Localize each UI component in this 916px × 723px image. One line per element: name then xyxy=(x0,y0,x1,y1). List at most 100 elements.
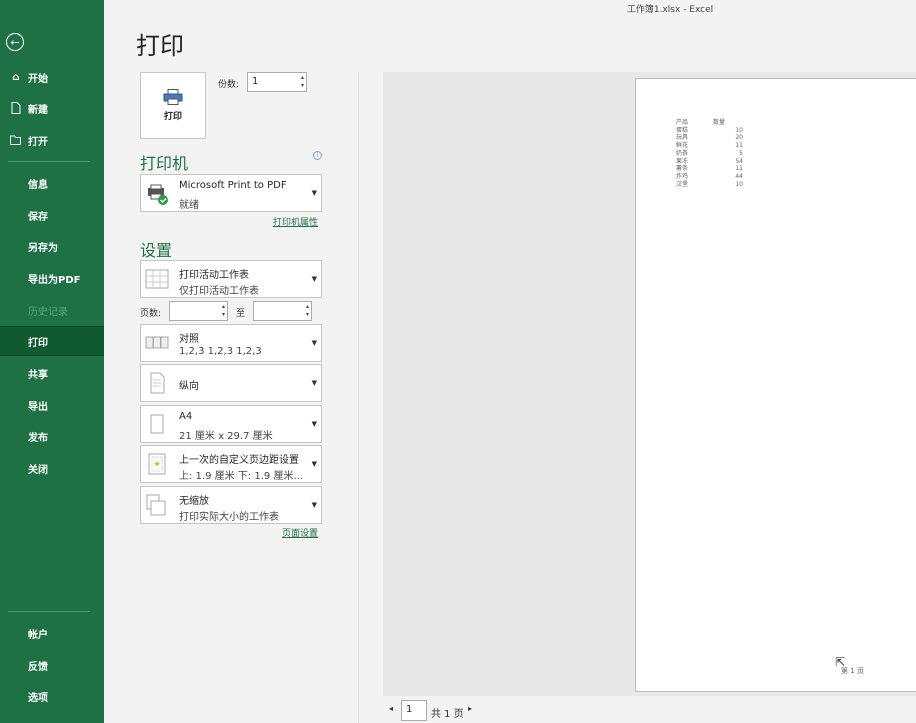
spinner-arrows-icon[interactable]: ▴ ▾ xyxy=(306,303,309,319)
cell: 10 xyxy=(735,180,743,188)
copies-label: 份数: xyxy=(218,80,240,90)
printer-heading: 打印机 xyxy=(140,154,189,173)
portrait-icon xyxy=(150,372,165,394)
printer-select[interactable]: Microsoft Print to PDF 就绪 ▼ xyxy=(140,174,322,212)
nav-item-share[interactable]: 共享 xyxy=(0,358,104,388)
nav-item-label: 新建 xyxy=(28,104,48,116)
copies-stepper[interactable]: 1 ▴ ▾ xyxy=(247,72,307,92)
cell: 汉堡 xyxy=(676,180,689,188)
nav-item-label: 发布 xyxy=(28,432,48,444)
copies-value: 1 xyxy=(252,76,259,87)
nav-item-print[interactable]: 打印 xyxy=(0,326,104,356)
orientation-select[interactable]: 纵向 ▼ xyxy=(140,364,322,402)
cell: 炸鸡 xyxy=(676,172,689,180)
back-arrow-icon[interactable]: ← xyxy=(6,33,24,51)
nav-item-new[interactable]: 新建 xyxy=(0,93,104,123)
table-header-row: 产品 数量 xyxy=(676,119,747,127)
nav-item-label: 导出 xyxy=(28,401,48,413)
nav-item-label: 保存 xyxy=(28,211,48,223)
printer-name: Microsoft Print to PDF xyxy=(179,180,287,191)
nav-item-feedback[interactable]: 反馈 xyxy=(0,650,104,680)
nav-item-options[interactable]: 选项 xyxy=(0,681,104,711)
cell: 奶茶 xyxy=(676,149,689,157)
page-setup-link[interactable]: 页面设置 xyxy=(282,526,318,539)
print-what-value: 打印活动工作表 xyxy=(179,270,249,281)
nav-item-label: 导出为PDF xyxy=(28,274,81,286)
folder-open-icon xyxy=(10,134,22,146)
prev-page-icon[interactable]: ◂ xyxy=(389,704,393,713)
spinner-arrows-icon[interactable]: ▴ ▾ xyxy=(301,74,304,90)
table-row: 奶茶 5 xyxy=(676,150,747,158)
pages-label: 页数: xyxy=(140,309,162,319)
to-label: 至 xyxy=(236,309,246,319)
cell: 玩具 xyxy=(676,134,689,142)
table-row: 炸鸡 44 xyxy=(676,173,747,181)
nav-item-label: 打开 xyxy=(28,136,48,148)
nav-item-label: 开始 xyxy=(28,73,48,85)
nav-item-label: 信息 xyxy=(28,179,48,191)
nav-item-label: 共享 xyxy=(28,369,48,381)
paper-icon xyxy=(150,414,164,434)
table-row: 玩具 20 xyxy=(676,134,747,142)
header-cell: 产品 xyxy=(676,119,689,126)
collate-icon xyxy=(145,336,169,349)
print-what-select[interactable]: 打印活动工作表 仅打印活动工作表 ▼ xyxy=(140,260,322,298)
worksheet-icon xyxy=(145,269,169,289)
chevron-down-icon: ▼ xyxy=(311,339,317,347)
nav-item-save[interactable]: 保存 xyxy=(0,200,104,230)
nav-item-home[interactable]: ⌂ 开始 xyxy=(0,62,104,92)
next-page-icon[interactable]: ▸ xyxy=(468,704,472,713)
no-scaling-icon xyxy=(146,494,166,516)
panel-divider xyxy=(358,72,359,723)
collate-select[interactable]: 对照 1,2,3 1,2,3 1,2,3 ▼ xyxy=(140,324,322,362)
nav-item-info[interactable]: 信息 xyxy=(0,168,104,198)
preview-page: 产品 数量 蛋糕 10 玩具 20 鲜花 11 奶茶 5 果冻 54 薯条 11 炸鸡 44 … xyxy=(635,78,916,692)
nav-item-account[interactable]: 帐户 xyxy=(0,618,104,648)
pages-from-input[interactable]: ▴ ▾ xyxy=(169,301,228,321)
scaling-desc: 打印实际大小的工作表 xyxy=(179,512,279,523)
margins-select[interactable]: 上一次的自定义页边距设置 上: 1.9 厘米 下: 1.9 厘米... ▼ xyxy=(140,445,322,483)
nav-divider xyxy=(8,161,90,162)
chevron-down-icon: ▼ xyxy=(311,275,317,283)
nav-item-label: 反馈 xyxy=(28,661,48,673)
spinner-arrows-icon[interactable]: ▴ ▾ xyxy=(222,303,225,319)
print-button[interactable]: 打印 xyxy=(140,72,206,139)
info-icon[interactable]: i xyxy=(313,151,322,160)
page-title: 打印 xyxy=(136,32,184,60)
nav-item-label: 打印 xyxy=(28,337,48,349)
nav-item-save-as[interactable]: 另存为 xyxy=(0,231,104,261)
header-cell: 数量 xyxy=(713,119,726,126)
current-page-value: 1 xyxy=(406,704,413,715)
nav-item-export-pdf[interactable]: 导出为PDF xyxy=(0,263,104,293)
margins-desc: 上: 1.9 厘米 下: 1.9 厘米... xyxy=(179,471,303,482)
mouse-cursor-icon: ⇱ xyxy=(835,655,846,669)
collate-value: 对照 xyxy=(179,334,199,345)
nav-item-open[interactable]: 打开 xyxy=(0,125,104,155)
cell: 11 xyxy=(735,165,743,173)
settings-heading: 设置 xyxy=(140,241,173,260)
paper-size-desc: 21 厘米 x 29.7 厘米 xyxy=(179,431,273,442)
margins-icon xyxy=(148,453,166,475)
paper-size-select[interactable]: A4 21 厘米 x 29.7 厘米 ▼ xyxy=(140,405,322,443)
cell: 5 xyxy=(739,149,743,157)
window-title: 工作簿1.xlsx - Excel xyxy=(626,5,714,15)
nav-item-label: 帐户 xyxy=(28,629,48,641)
home-icon: ⌂ xyxy=(12,71,20,83)
nav-item-export[interactable]: 导出 xyxy=(0,390,104,420)
printer-ready-icon xyxy=(148,184,168,205)
scaling-value: 无缩放 xyxy=(179,496,209,507)
preview-table: 产品 数量 蛋糕 10 玩具 20 鲜花 11 奶茶 5 果冻 54 薯条 11 炸鸡 44 … xyxy=(676,119,747,188)
chevron-down-icon: ▼ xyxy=(311,460,317,468)
nav-item-label: 历史记录 xyxy=(28,306,68,318)
nav-item-close[interactable]: 关闭 xyxy=(0,453,104,483)
chevron-down-icon: ▼ xyxy=(311,501,317,509)
orientation-value: 纵向 xyxy=(179,381,199,392)
scaling-select[interactable]: 无缩放 打印实际大小的工作表 ▼ xyxy=(140,486,322,524)
nav-item-label: 选项 xyxy=(28,692,48,704)
current-page-input[interactable]: 1 xyxy=(401,700,427,721)
nav-item-publish[interactable]: 发布 xyxy=(0,421,104,451)
table-row: 鲜花 11 xyxy=(676,142,747,150)
printer-status: 就绪 xyxy=(179,200,199,211)
pages-to-input[interactable]: ▴ ▾ xyxy=(253,301,312,321)
printer-properties-link[interactable]: 打印机属性 xyxy=(273,215,318,228)
